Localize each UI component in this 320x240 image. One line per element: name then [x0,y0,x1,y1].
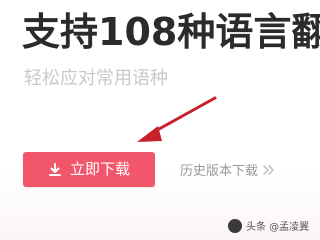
watermark: 头条 @孟凌翼 [228,218,309,233]
page-subtitle: 轻松应对常用语种 [24,68,168,89]
watermark-text: 头条 @孟凌翼 [246,222,310,233]
history-versions-link[interactable]: 历史版本下载 [180,160,276,179]
download-button-label: 立即下载 [69,160,130,178]
download-button[interactable]: 立即下载 [23,152,155,187]
double-chevron-right-icon [262,164,276,176]
page-title: 支持108种语言翻 [22,10,320,54]
history-versions-label: 历史版本下载 [180,164,259,179]
avatar [228,218,242,233]
download-icon [48,162,62,177]
